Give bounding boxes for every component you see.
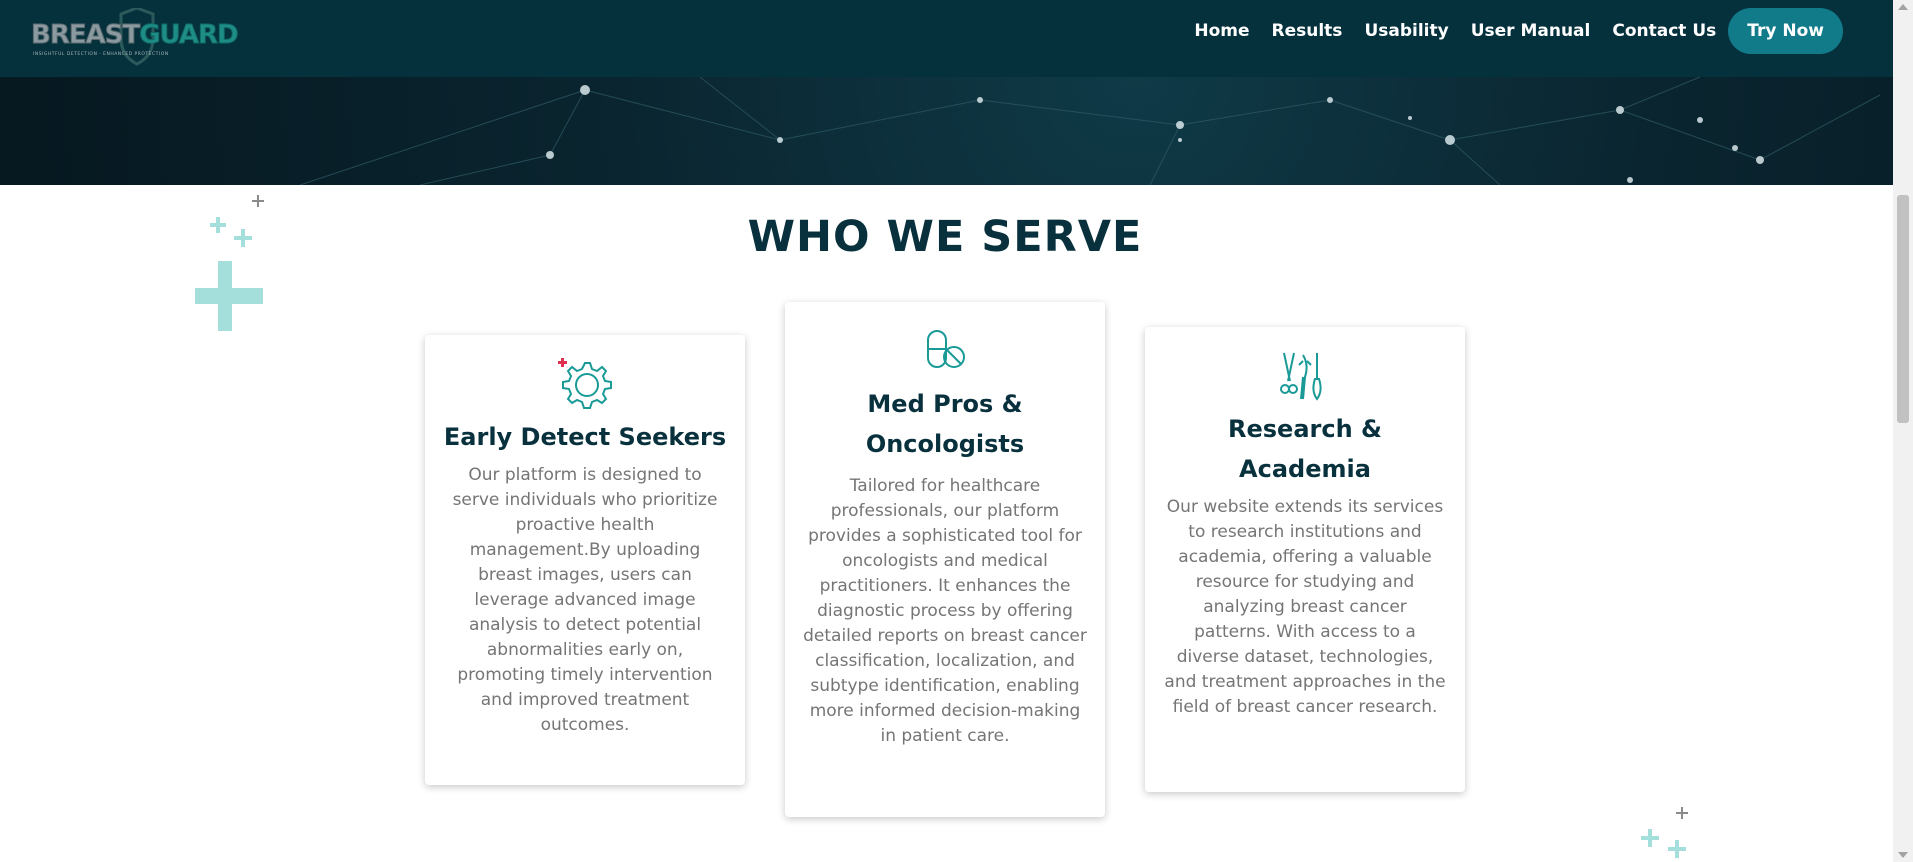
nav-home[interactable]: Home	[1194, 21, 1249, 41]
logo-wordmark: BREASTGUARD	[30, 20, 239, 51]
try-now-button[interactable]: Try Now	[1728, 8, 1843, 54]
card-description: Tailored for healthcare professionals, o…	[803, 476, 1087, 746]
nav-contact-us[interactable]: Contact Us	[1612, 21, 1716, 41]
nav-usability[interactable]: Usability	[1364, 21, 1448, 41]
card-med-pros: Med Pros & Oncologists Tailored for heal…	[785, 302, 1105, 817]
surgical-tools-icon	[1280, 352, 1322, 401]
scroll-down-arrow-icon[interactable]	[1898, 852, 1908, 858]
card-title: Early Detect Seekers	[443, 423, 727, 451]
gear-icon	[558, 358, 612, 409]
card-title: Research & Academia	[1228, 415, 1382, 483]
nav-menu: Home Results Usability User Manual Conta…	[1194, 8, 1843, 54]
card-description: Our platform is designed to serve indivi…	[452, 465, 718, 735]
card-title: Med Pros & Oncologists	[865, 390, 1025, 458]
scroll-up-arrow-icon[interactable]	[1898, 4, 1908, 10]
card-description: Our website extends its services to rese…	[1164, 497, 1446, 717]
plus-decoration-bottom-right	[1641, 807, 1688, 858]
brand-logo[interactable]: BREASTGUARD INSIGHTFUL DETECTION · ENHAN…	[29, 8, 239, 66]
logo-tagline: INSIGHTFUL DETECTION · ENHANCED PROTECTI…	[33, 52, 169, 57]
scrollbar-thumb[interactable]	[1897, 195, 1909, 423]
section-title: WHO WE SERVE	[747, 212, 1143, 262]
page-scrollbar[interactable]	[1893, 0, 1913, 862]
top-navbar: BREASTGUARD INSIGHTFUL DETECTION · ENHAN…	[0, 0, 1893, 77]
pills-icon	[927, 330, 965, 368]
nav-results[interactable]: Results	[1272, 21, 1343, 41]
nav-user-manual[interactable]: User Manual	[1471, 21, 1591, 41]
logo-wordmark-right: GUARD	[139, 20, 239, 51]
card-research: Research & Academia Our website extends …	[1145, 327, 1465, 792]
logo-wordmark-left: BREAST	[30, 20, 140, 51]
card-early-detect: Early Detect Seekers Our platform is des…	[425, 335, 745, 785]
